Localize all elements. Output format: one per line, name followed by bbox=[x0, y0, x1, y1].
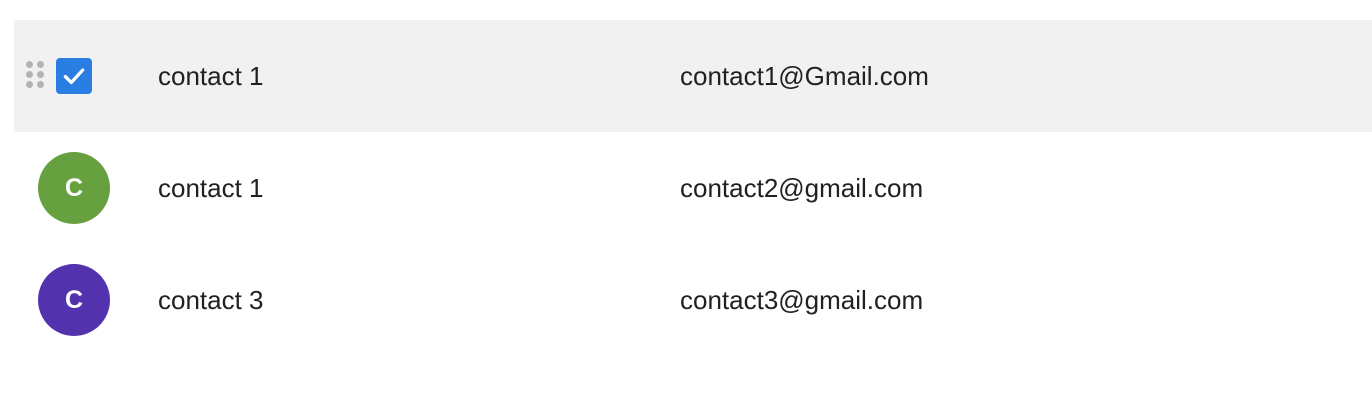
checkmark-icon bbox=[63, 68, 85, 85]
row-checkbox[interactable] bbox=[56, 58, 92, 94]
row-lead: C bbox=[14, 244, 134, 356]
drag-handle-icon[interactable] bbox=[26, 61, 46, 91]
row-lead: C bbox=[14, 132, 134, 244]
contact-row[interactable]: contact 1 contact1@Gmail.com bbox=[14, 20, 1372, 132]
avatar[interactable]: C bbox=[38, 264, 110, 336]
avatar[interactable]: C bbox=[38, 152, 110, 224]
contact-row[interactable]: C contact 3 contact3@gmail.com bbox=[14, 244, 1372, 356]
contact-name: contact 1 bbox=[158, 61, 264, 91]
row-lead bbox=[14, 20, 134, 132]
contact-row[interactable]: C contact 1 contact2@gmail.com bbox=[14, 132, 1372, 244]
contact-email: contact2@gmail.com bbox=[680, 173, 924, 203]
contact-name: contact 3 bbox=[158, 285, 264, 315]
contact-email: contact1@Gmail.com bbox=[680, 61, 929, 91]
contact-name: contact 1 bbox=[158, 173, 264, 203]
contact-list: contact 1 contact1@Gmail.com C contact 1… bbox=[14, 20, 1372, 356]
contact-email: contact3@gmail.com bbox=[680, 285, 924, 315]
